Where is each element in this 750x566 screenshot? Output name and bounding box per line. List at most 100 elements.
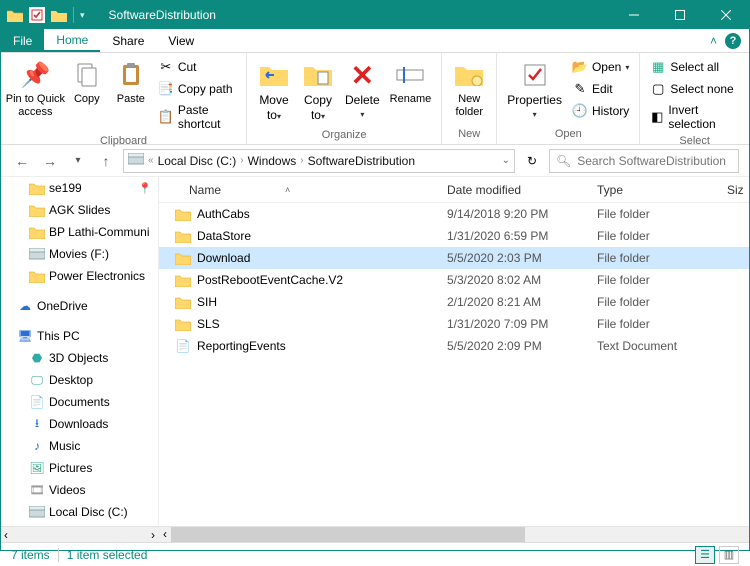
recent-locations-button[interactable]: ▾ bbox=[67, 150, 89, 172]
select-none-button[interactable]: ▢Select none bbox=[646, 79, 743, 99]
pin-quick-access-button[interactable]: 📌 Pin to Quick access bbox=[7, 55, 64, 123]
table-row[interactable]: Download5/5/2020 2:03 PMFile folder bbox=[159, 247, 749, 269]
3d-icon: ⬣ bbox=[29, 350, 45, 366]
chevron-icon[interactable]: « bbox=[148, 155, 154, 166]
list-scrollbar[interactable]: ‹ bbox=[159, 526, 749, 542]
back-button[interactable]: ← bbox=[11, 150, 33, 172]
delete-button[interactable]: ✕ Delete▾ bbox=[341, 55, 384, 125]
nav-scrollbar[interactable]: ‹› bbox=[1, 526, 159, 542]
sidebar-item[interactable]: Local Disc (C:) bbox=[1, 501, 158, 523]
crumb-1[interactable]: Windows bbox=[248, 154, 297, 168]
refresh-button[interactable]: ↻ bbox=[521, 154, 543, 168]
history-button[interactable]: 🕘History bbox=[568, 101, 633, 121]
history-icon: 🕘 bbox=[572, 103, 588, 119]
copy-to-button[interactable]: Copy to▾ bbox=[297, 55, 339, 127]
sidebar-item[interactable]: 🖵Desktop bbox=[1, 369, 158, 391]
new-folder-button[interactable]: New folder bbox=[448, 55, 490, 123]
sidebar-item[interactable]: ♪Music bbox=[1, 435, 158, 457]
file-type: File folder bbox=[589, 229, 719, 243]
qat-separator bbox=[73, 7, 74, 23]
column-type[interactable]: Type bbox=[589, 183, 719, 197]
file-date: 1/31/2020 6:59 PM bbox=[439, 229, 589, 243]
sidebar-item[interactable]: 🖼Pictures bbox=[1, 457, 158, 479]
properties-button[interactable]: Properties▾ bbox=[503, 55, 566, 125]
sidebar-item[interactable]: ⭳Downloads bbox=[1, 413, 158, 435]
qat-newfolder-icon[interactable] bbox=[51, 7, 67, 23]
file-date: 5/5/2020 2:09 PM bbox=[439, 339, 589, 353]
invert-selection-icon: ◧ bbox=[650, 109, 664, 125]
table-row[interactable]: PostRebootEventCache.V25/3/2020 8:02 AMF… bbox=[159, 269, 749, 291]
table-row[interactable]: 📄ReportingEvents5/5/2020 2:09 PMText Doc… bbox=[159, 335, 749, 357]
tab-file[interactable]: File bbox=[1, 29, 44, 52]
paste-button[interactable]: Paste bbox=[110, 55, 152, 110]
chevron-icon[interactable]: › bbox=[240, 155, 243, 166]
table-row[interactable]: SIH2/1/2020 8:21 AMFile folder bbox=[159, 291, 749, 313]
main-area: se199📍AGK SlidesBP Lathi-Communi Movies (… bbox=[1, 177, 749, 526]
sidebar-item-label: Desktop bbox=[49, 373, 93, 387]
search-input[interactable] bbox=[577, 154, 732, 168]
copy-path-icon: 📑 bbox=[158, 81, 174, 97]
up-button[interactable]: ↑ bbox=[95, 150, 117, 172]
column-date[interactable]: Date modified bbox=[439, 183, 589, 197]
table-row[interactable]: SLS1/31/2020 7:09 PMFile folder bbox=[159, 313, 749, 335]
pin-icon: 📌 bbox=[19, 59, 51, 91]
sidebar-item[interactable]: 🖥This PC bbox=[1, 325, 158, 347]
column-size[interactable]: Siz bbox=[719, 183, 749, 197]
sidebar-item-label: Movies (F:) bbox=[49, 247, 109, 261]
copy-path-button[interactable]: 📑Copy path bbox=[154, 79, 240, 99]
sidebar-item[interactable]: 📄Documents bbox=[1, 391, 158, 413]
search-icon: 🔍︎ bbox=[556, 154, 571, 168]
cut-button[interactable]: ✂Cut bbox=[154, 57, 240, 77]
select-all-button[interactable]: ▦Select all bbox=[646, 57, 743, 77]
table-row[interactable]: AuthCabs9/14/2018 9:20 PMFile folder bbox=[159, 203, 749, 225]
invert-selection-button[interactable]: ◧Invert selection bbox=[646, 101, 743, 133]
file-rows: AuthCabs9/14/2018 9:20 PMFile folderData… bbox=[159, 203, 749, 526]
pin-icon: 📍 bbox=[138, 182, 152, 195]
file-type: Text Document bbox=[589, 339, 719, 353]
close-button[interactable] bbox=[703, 1, 749, 29]
move-to-button[interactable]: Move to▾ bbox=[253, 55, 295, 127]
sidebar-item[interactable]: 🎞Videos bbox=[1, 479, 158, 501]
file-type: File folder bbox=[589, 207, 719, 221]
tab-share[interactable]: Share bbox=[100, 29, 156, 52]
tab-home[interactable]: Home bbox=[44, 29, 100, 52]
chevron-icon[interactable]: › bbox=[300, 155, 303, 166]
paste-icon bbox=[115, 59, 147, 91]
minimize-button[interactable] bbox=[611, 1, 657, 29]
rename-button[interactable]: Rename bbox=[386, 55, 436, 110]
sidebar-item[interactable]: AGK Slides bbox=[1, 199, 158, 221]
paste-shortcut-button[interactable]: 📋Paste shortcut bbox=[154, 101, 240, 133]
ribbon: 📌 Pin to Quick access Copy Paste ✂Cut 📑C… bbox=[1, 53, 749, 145]
address-dropdown-icon[interactable]: ⌄ bbox=[502, 155, 510, 166]
view-thumbnails-button[interactable]: ▥ bbox=[719, 546, 739, 564]
crumb-2[interactable]: SoftwareDistribution bbox=[308, 154, 415, 168]
sidebar-item[interactable]: se199📍 bbox=[1, 177, 158, 199]
search-box[interactable]: 🔍︎ bbox=[549, 149, 739, 173]
qat-properties-icon[interactable] bbox=[29, 7, 45, 23]
sidebar-item[interactable]: Movies (F:) bbox=[1, 243, 158, 265]
help-icon[interactable]: ? bbox=[725, 33, 741, 49]
sidebar-item[interactable]: ☁OneDrive bbox=[1, 295, 158, 317]
tab-view[interactable]: View bbox=[156, 29, 206, 52]
column-name[interactable]: Name˄ bbox=[159, 183, 439, 197]
group-label-organize: Organize bbox=[253, 127, 435, 145]
drive-icon bbox=[29, 504, 45, 520]
sidebar-item[interactable]: ⬣3D Objects bbox=[1, 347, 158, 369]
address-bar[interactable]: « Local Disc (C:) › Windows › SoftwareDi… bbox=[123, 149, 515, 173]
maximize-button[interactable] bbox=[657, 1, 703, 29]
sidebar-item[interactable]: BP Lathi-Communi bbox=[1, 221, 158, 243]
table-row[interactable]: DataStore1/31/2020 6:59 PMFile folder bbox=[159, 225, 749, 247]
qat-dropdown-icon[interactable]: ▾ bbox=[80, 10, 85, 21]
collapse-ribbon-icon[interactable]: ˄ bbox=[710, 34, 717, 48]
crumb-0[interactable]: Local Disc (C:) bbox=[158, 154, 237, 168]
file-name: SIH bbox=[197, 295, 217, 309]
forward-button[interactable]: → bbox=[39, 150, 61, 172]
open-button[interactable]: 📂Open ▾ bbox=[568, 57, 633, 77]
pc-icon: 🖥 bbox=[17, 328, 33, 344]
sidebar-item[interactable]: Power Electronics bbox=[1, 265, 158, 287]
copy-button[interactable]: Copy bbox=[66, 55, 108, 110]
edit-button[interactable]: ✎Edit bbox=[568, 79, 633, 99]
view-details-button[interactable]: ☰ bbox=[695, 546, 715, 564]
navigation-pane[interactable]: se199📍AGK SlidesBP Lathi-Communi Movies (… bbox=[1, 177, 159, 526]
sidebar-item-label: Power Electronics bbox=[49, 269, 145, 283]
